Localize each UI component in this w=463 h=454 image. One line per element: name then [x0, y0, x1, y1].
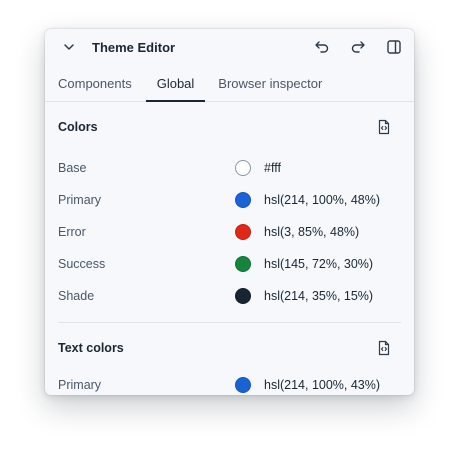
- color-value: hsl(214, 100%, 43%): [264, 378, 381, 392]
- color-label: Shade: [58, 289, 95, 303]
- color-label: Error: [58, 225, 86, 239]
- color-swatch[interactable]: [235, 256, 251, 272]
- redo-button[interactable]: [346, 35, 370, 59]
- theme-editor-panel: Theme Editor Components Global Browser i…: [45, 29, 414, 395]
- code-file-icon: [378, 119, 390, 135]
- color-label: Primary: [58, 378, 102, 392]
- chevron-down-icon: [64, 44, 74, 50]
- color-swatch[interactable]: [235, 192, 251, 208]
- color-label: Primary: [58, 193, 102, 207]
- tab-global[interactable]: Global: [145, 65, 206, 102]
- colors-code-button[interactable]: [375, 118, 393, 136]
- undo-button[interactable]: [310, 35, 334, 59]
- color-row-shade: Shade hsl(214, 35%, 15%): [58, 280, 401, 312]
- sidebar-panel-icon: [387, 40, 401, 54]
- color-label: Base: [58, 161, 87, 175]
- color-value: hsl(145, 72%, 30%): [264, 257, 374, 271]
- tab-components[interactable]: Components: [58, 65, 144, 101]
- collapse-button[interactable]: [57, 35, 81, 59]
- color-row-success: Success hsl(145, 72%, 30%): [58, 248, 401, 280]
- color-value: hsl(214, 100%, 48%): [264, 193, 381, 207]
- color-row-primary: Primary hsl(214, 100%, 48%): [58, 184, 401, 216]
- code-file-icon: [378, 340, 390, 356]
- color-value: hsl(214, 35%, 15%): [264, 289, 374, 303]
- colors-section-title: Colors: [58, 120, 98, 134]
- redo-icon: [351, 41, 365, 53]
- undo-icon: [315, 41, 329, 53]
- text-colors-section-title: Text colors: [58, 341, 124, 355]
- panel-title: Theme Editor: [92, 39, 176, 55]
- colors-section: Colors Base #fff Primary hsl(214, 100%, …: [45, 102, 414, 312]
- color-value: #fff: [264, 161, 281, 175]
- color-swatch[interactable]: [235, 377, 251, 393]
- color-swatch[interactable]: [235, 160, 251, 176]
- panel-header: Theme Editor: [45, 29, 414, 65]
- text-colors-section: Text colors Primary hsl(214, 100%, 43%): [45, 323, 414, 395]
- color-swatch[interactable]: [235, 224, 251, 240]
- color-row-base: Base #fff: [58, 152, 401, 184]
- color-label: Success: [58, 257, 106, 271]
- color-swatch[interactable]: [235, 288, 251, 304]
- color-value: hsl(3, 85%, 48%): [264, 225, 360, 239]
- text-colors-code-button[interactable]: [375, 339, 393, 357]
- text-color-row-primary: Primary hsl(214, 100%, 43%): [58, 369, 401, 395]
- color-row-error: Error hsl(3, 85%, 48%): [58, 216, 401, 248]
- tab-bar: Components Global Browser inspector: [45, 65, 414, 102]
- tab-browser-inspector[interactable]: Browser inspector: [218, 65, 334, 101]
- toggle-sidebar-button[interactable]: [382, 35, 406, 59]
